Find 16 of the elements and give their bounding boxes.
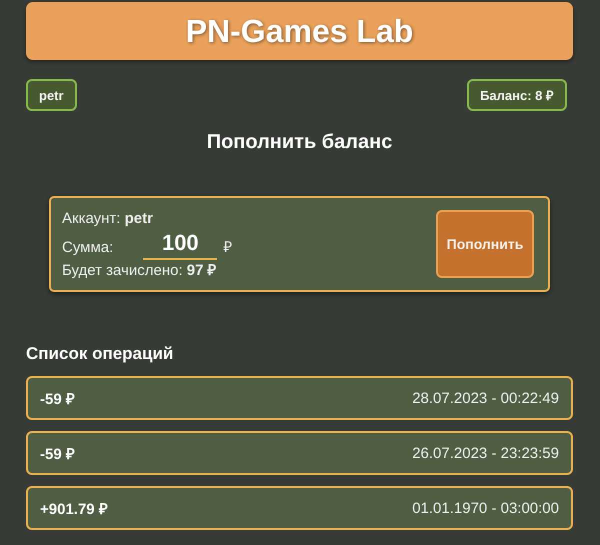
amount-field[interactable]: 100 bbox=[143, 230, 218, 260]
user-chip[interactable]: petr bbox=[26, 79, 77, 111]
amount-label: Сумма: bbox=[62, 238, 114, 256]
page-title: Пополнить баланс bbox=[206, 131, 394, 154]
balance-chip: Баланс: 8 ₽ bbox=[467, 79, 567, 111]
operation-amount: -59 ₽ bbox=[40, 390, 75, 408]
operation-datetime: 26.07.2023 - 23:23:59 bbox=[412, 444, 559, 462]
operation-datetime: 28.07.2023 - 00:22:49 bbox=[412, 390, 559, 406]
credited-text: Будет зачислено: 97 ₽ bbox=[62, 260, 218, 278]
operation-datetime: 01.01.1970 - 03:00:00 bbox=[412, 500, 559, 516]
operation-amount: +901.79 ₽ bbox=[40, 500, 108, 518]
account-text: Аккаунт: petr bbox=[62, 210, 154, 226]
site-title: PN-Games Lab bbox=[186, 12, 414, 50]
operation-amount: -59 ₽ bbox=[40, 445, 75, 463]
currency-label: ₽ bbox=[223, 238, 232, 256]
operations-title: Список операций bbox=[26, 344, 174, 364]
